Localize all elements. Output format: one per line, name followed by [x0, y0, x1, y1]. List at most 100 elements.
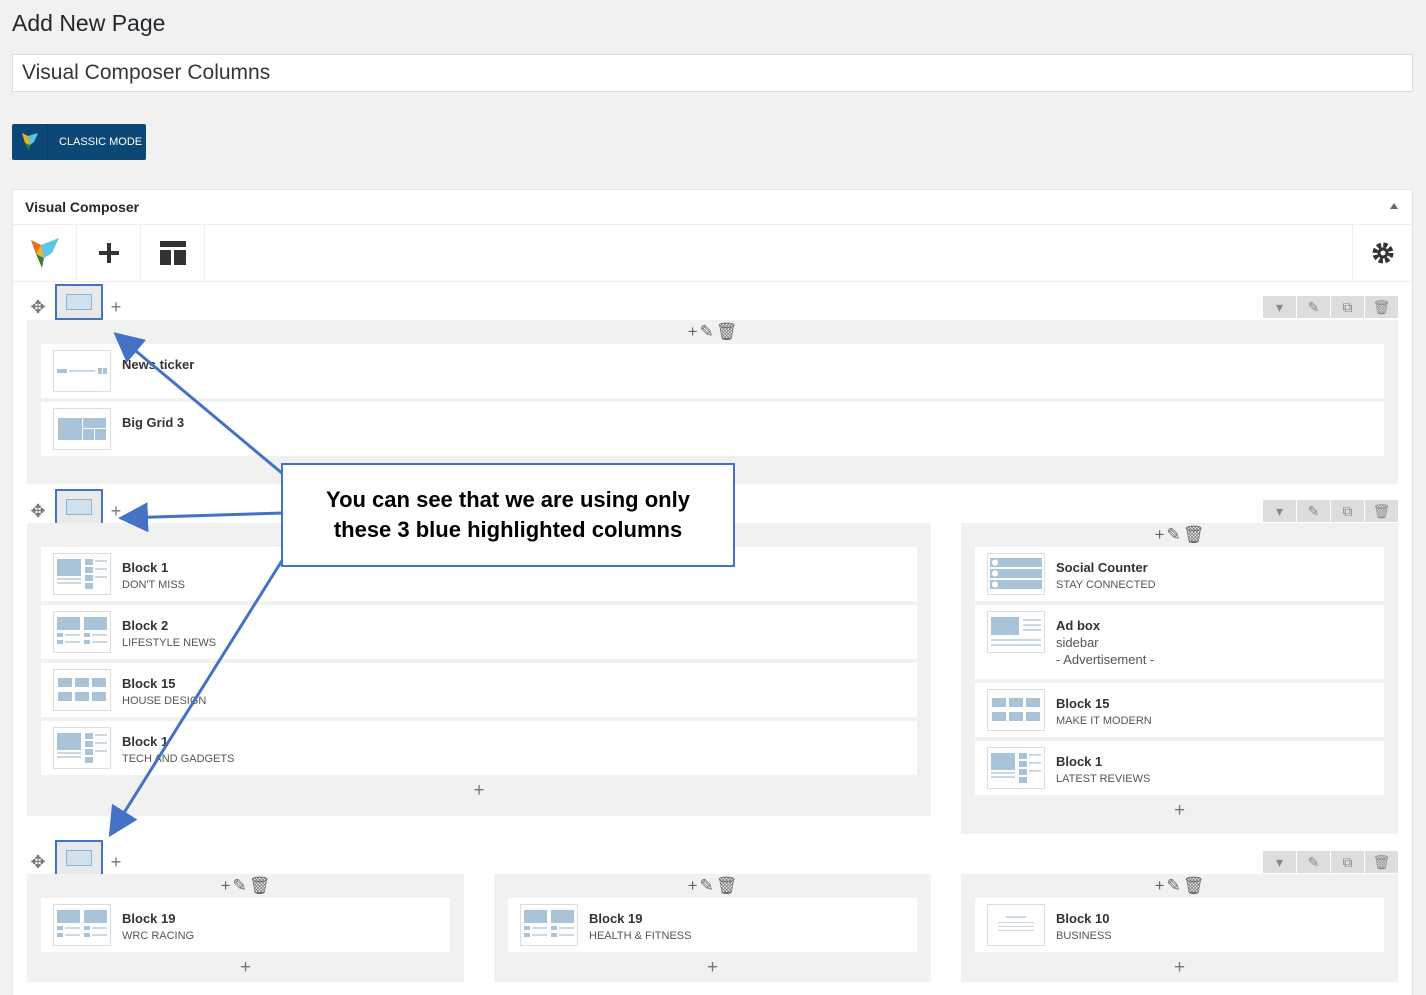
plus-icon[interactable]: +	[1155, 876, 1165, 896]
pencil-icon[interactable]: ✎	[233, 876, 247, 896]
element-card[interactable]: Block 19 WRC RACING	[41, 898, 450, 952]
column: + ✎ 🗑 Block 19 HEALTH & FITNESS +	[494, 874, 931, 982]
pencil-icon[interactable]: ✎	[1167, 876, 1181, 896]
templates-button[interactable]	[141, 225, 205, 281]
element-card[interactable]: Block 10 BUSINESS	[975, 898, 1384, 952]
settings-button[interactable]	[1352, 225, 1412, 281]
vc-logo-button[interactable]	[13, 225, 77, 281]
element-title: Block 1	[122, 560, 169, 575]
vc-logo-icon	[12, 124, 48, 160]
block-thumb-icon	[987, 689, 1045, 731]
block-thumb-icon	[987, 747, 1045, 789]
element-subtitle: WRC RACING	[122, 930, 195, 942]
add-element-button[interactable]	[77, 225, 141, 281]
element-subtitle: TECH AND GADGETS	[122, 753, 235, 765]
edit-row-button[interactable]: ✎	[1297, 500, 1330, 522]
trash-icon[interactable]: 🗑	[1183, 876, 1205, 896]
plus-icon[interactable]: +	[221, 876, 231, 896]
trash-icon[interactable]: 🗑	[716, 322, 738, 342]
block-thumb-icon	[53, 553, 111, 595]
column: + ✎ 🗑 Block 10 BUSINESS +	[961, 874, 1398, 982]
add-element-icon[interactable]: +	[961, 956, 1398, 980]
element-title: Block 15	[122, 676, 176, 691]
column-controls: + ✎ 🗑	[27, 320, 1398, 344]
element-card[interactable]: Block 1 LATEST REVIEWS	[975, 741, 1384, 795]
row-layout-button[interactable]	[55, 284, 103, 320]
layout-icon	[159, 241, 186, 265]
panel-header[interactable]: Visual Composer	[13, 190, 1412, 225]
row-1: ✥ + ▾ ✎ ⧉ 🗑 + ✎ 🗑 News ticker Big Grid 3	[27, 284, 1398, 484]
add-column-icon[interactable]: +	[105, 296, 127, 318]
element-card[interactable]: Block 19 HEALTH & FITNESS	[508, 898, 917, 952]
block-thumb-icon	[53, 611, 111, 653]
column-layout-icon	[66, 499, 92, 515]
column-controls: + ✎ 🗑	[961, 523, 1398, 547]
row-layout-button[interactable]	[55, 489, 103, 525]
element-title: Block 19	[589, 911, 643, 926]
plus-icon	[98, 243, 119, 263]
pencil-icon[interactable]: ✎	[1167, 525, 1181, 545]
element-title: Block 2	[122, 618, 169, 633]
element-subtitle: BUSINESS	[1056, 930, 1112, 942]
classic-mode-button[interactable]: CLASSIC MODE	[12, 124, 146, 160]
element-title: Block 15	[1056, 696, 1110, 711]
toggle-row-button[interactable]: ▾	[1263, 296, 1296, 318]
trash-icon[interactable]: 🗑	[716, 876, 738, 896]
element-title: Block 10	[1056, 911, 1110, 926]
column-layout-icon	[66, 294, 92, 310]
delete-row-button[interactable]: 🗑	[1365, 296, 1398, 318]
column: + ✎ 🗑 Block 19 WRC RACING +	[27, 874, 464, 982]
move-icon[interactable]: ✥	[27, 296, 49, 318]
add-element-icon[interactable]: +	[27, 956, 464, 980]
add-column-icon[interactable]: +	[105, 500, 127, 522]
big-grid-thumb-icon	[53, 408, 111, 450]
element-title: Big Grid 3	[122, 415, 185, 430]
element-card[interactable]: News ticker	[41, 344, 1384, 398]
element-subtitle: DON'T MISS	[122, 579, 186, 591]
collapse-arrow-icon[interactable]	[1390, 203, 1398, 209]
add-element-icon[interactable]: +	[961, 799, 1398, 823]
plus-icon[interactable]: +	[688, 322, 698, 342]
toggle-row-button[interactable]: ▾	[1263, 500, 1296, 522]
column-layout-icon	[66, 850, 92, 866]
element-card[interactable]: Ad box sidebar - Advertisement -	[975, 605, 1384, 679]
move-icon[interactable]: ✥	[27, 500, 49, 522]
element-subtitle: MAKE IT MODERN	[1056, 715, 1152, 727]
block-thumb-icon	[520, 904, 578, 946]
row-layout-button[interactable]	[55, 840, 103, 876]
news-ticker-thumb-icon	[53, 350, 111, 392]
social-counter-thumb-icon	[987, 553, 1045, 595]
page-title-input[interactable]: Visual Composer Columns	[12, 54, 1413, 92]
plus-icon[interactable]: +	[688, 876, 698, 896]
pencil-icon[interactable]: ✎	[700, 322, 714, 342]
delete-row-button[interactable]: 🗑	[1365, 851, 1398, 873]
element-title: Ad box	[1056, 618, 1101, 633]
element-card[interactable]: Block 1 TECH AND GADGETS	[41, 721, 917, 775]
add-element-icon[interactable]: +	[27, 779, 931, 803]
toggle-row-button[interactable]: ▾	[1263, 851, 1296, 873]
column-controls: + ✎ 🗑	[494, 874, 931, 898]
delete-row-button[interactable]: 🗑	[1365, 500, 1398, 522]
clone-row-button[interactable]: ⧉	[1331, 500, 1364, 522]
trash-icon[interactable]: 🗑	[249, 876, 271, 896]
column: + ✎ 🗑 News ticker Big Grid 3	[27, 320, 1398, 484]
move-icon[interactable]: ✥	[27, 851, 49, 873]
clone-row-button[interactable]: ⧉	[1331, 851, 1364, 873]
element-subtitle: sidebar	[1056, 635, 1099, 650]
clone-row-button[interactable]: ⧉	[1331, 296, 1364, 318]
edit-row-button[interactable]: ✎	[1297, 296, 1330, 318]
edit-row-button[interactable]: ✎	[1297, 851, 1330, 873]
element-card[interactable]: Block 15 HOUSE DESIGN	[41, 663, 917, 717]
pencil-icon[interactable]: ✎	[700, 876, 714, 896]
plus-icon[interactable]: +	[1155, 525, 1165, 545]
element-card[interactable]: Block 15 MAKE IT MODERN	[975, 683, 1384, 737]
element-subtitle: STAY CONNECTED	[1056, 579, 1156, 591]
add-column-icon[interactable]: +	[105, 851, 127, 873]
column-controls: + ✎ 🗑	[27, 874, 464, 898]
trash-icon[interactable]: 🗑	[1183, 525, 1205, 545]
element-card[interactable]: Block 2 LIFESTYLE NEWS	[41, 605, 917, 659]
add-element-icon[interactable]: +	[494, 956, 931, 980]
page-title: Add New Page	[12, 10, 166, 36]
element-card[interactable]: Social Counter STAY CONNECTED	[975, 547, 1384, 601]
element-card[interactable]: Big Grid 3	[41, 402, 1384, 456]
